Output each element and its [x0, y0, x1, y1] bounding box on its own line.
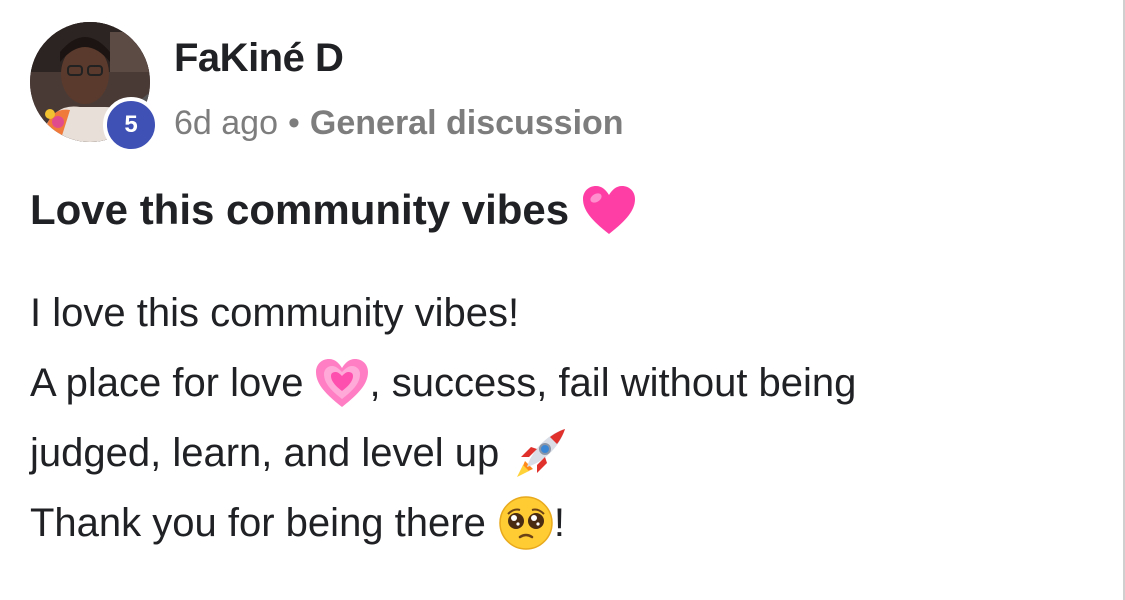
- growing-heart-icon: [314, 357, 370, 409]
- rocket-icon: [511, 423, 571, 483]
- body-text: I love this community vibes!: [30, 291, 520, 335]
- body-text: !: [553, 501, 565, 545]
- author-avatar-group[interactable]: 5: [30, 22, 159, 153]
- body-line: judged, learn, and level up: [30, 418, 1100, 488]
- body-text: , success, fail without being: [369, 361, 857, 405]
- post-category[interactable]: General discussion: [310, 104, 624, 143]
- pink-heart-icon: [581, 184, 637, 236]
- pleading-face-icon: [498, 495, 554, 551]
- post-title[interactable]: Love this community vibes: [30, 184, 637, 236]
- body-line: Thank you for being there !: [30, 488, 1100, 558]
- level-badge: 5: [103, 97, 159, 153]
- author-name[interactable]: FaKiné D: [174, 36, 344, 81]
- body-line: I love this community vibes!: [30, 278, 1100, 348]
- post-title-text: Love this community vibes: [30, 186, 570, 233]
- body-text: A place for love: [30, 361, 304, 405]
- body-line: A place for love , success, fail without…: [30, 348, 1100, 418]
- post-card: 5 FaKiné D 6d ago • General discussion L…: [0, 0, 1125, 600]
- post-body: I love this community vibes! A place for…: [30, 278, 1100, 558]
- body-text: Thank you for being there: [30, 501, 486, 545]
- post-meta: 6d ago • General discussion: [174, 104, 624, 143]
- post-timestamp: 6d ago: [174, 104, 278, 142]
- meta-separator: •: [288, 104, 300, 142]
- body-text: judged, learn, and level up: [30, 431, 500, 475]
